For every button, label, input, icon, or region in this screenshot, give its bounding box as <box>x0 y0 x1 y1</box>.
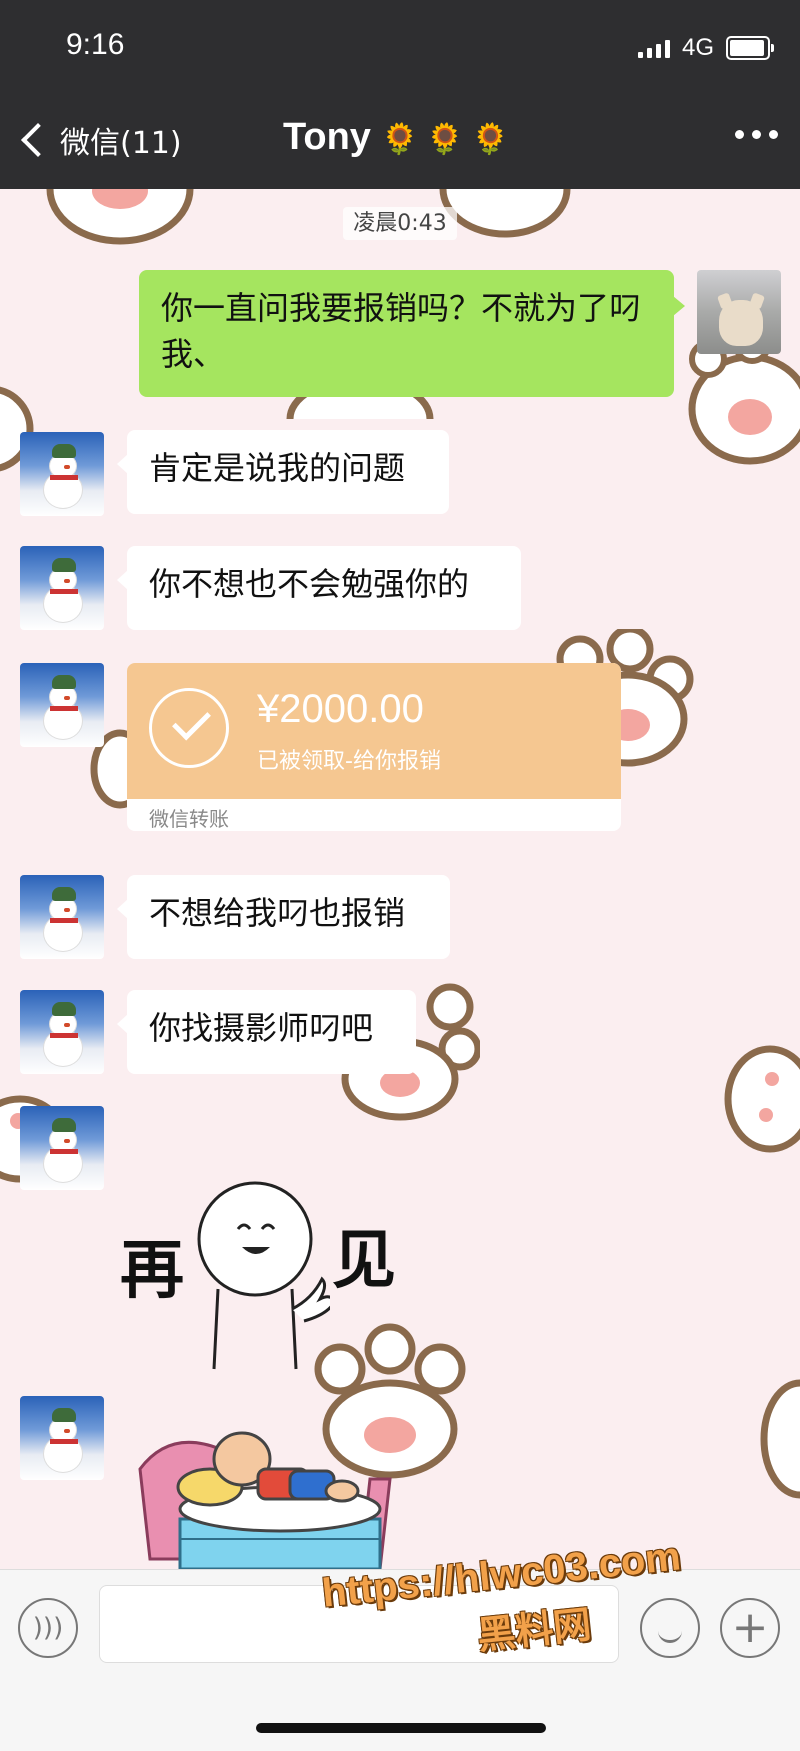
wechat-transfer-card[interactable]: ¥2000.00 已被领取-给你报销 微信转账 <box>127 663 621 831</box>
plus-icon: + <box>731 1602 769 1653</box>
voice-icon: ))) <box>32 1613 64 1643</box>
chat-area[interactable]: 凌晨0:43 你一直问我要报销吗？不就为了叼我、 肯定是说我的问题 你不想也不会… <box>0 189 800 1569</box>
network-label: 4G <box>681 34 714 61</box>
message-bubble-sent[interactable]: 你一直问我要报销吗？不就为了叼我、 <box>139 270 685 397</box>
top-bar: 9:16 4G 微信(11) Tony 🌻🌻🌻 <box>0 0 800 189</box>
sticker-text-zai: 再 <box>120 1234 184 1308</box>
message-bubble-received[interactable]: 你找摄影师叼吧 <box>117 990 416 1074</box>
contact-avatar[interactable] <box>20 875 104 959</box>
contact-name: Tony <box>282 116 371 158</box>
sunflower-emoji: 🌻🌻🌻 <box>380 123 517 156</box>
transfer-note: 已被领取-给你报销 <box>257 749 441 774</box>
sleeping-on-bed-sticker[interactable] <box>130 1399 410 1569</box>
transfer-amount: ¥2000.00 <box>257 687 424 731</box>
chat-title: Tony 🌻🌻🌻 <box>0 116 800 159</box>
home-indicator <box>256 1723 546 1733</box>
more-options-button[interactable] <box>735 130 778 139</box>
transfer-footer: 微信转账 <box>149 807 229 831</box>
paw-decoration <box>724 1045 800 1153</box>
more-actions-button[interactable]: + <box>720 1598 780 1658</box>
contact-avatar[interactable] <box>20 1396 104 1480</box>
voice-input-button[interactable]: ))) <box>18 1598 78 1658</box>
check-circle-icon <box>149 688 229 768</box>
contact-avatar[interactable] <box>20 1106 104 1190</box>
message-bubble-received[interactable]: 你不想也不会勉强你的 <box>117 546 521 630</box>
contact-avatar[interactable] <box>20 546 104 630</box>
sticker-text-jian: 见 <box>332 1224 396 1298</box>
my-avatar[interactable] <box>697 270 781 354</box>
waving-character-icon <box>197 1181 330 1370</box>
paw-decoration <box>760 1379 800 1499</box>
status-time: 9:16 <box>66 28 125 61</box>
message-timestamp: 凌晨0:43 <box>0 205 800 240</box>
transfer-header: ¥2000.00 已被领取-给你报销 <box>127 663 621 799</box>
battery-icon <box>726 36 774 60</box>
contact-avatar[interactable] <box>20 663 104 747</box>
status-icons: 4G <box>637 34 774 62</box>
message-bubble-received[interactable]: 不想给我叼也报销 <box>117 875 450 959</box>
contact-avatar[interactable] <box>20 990 104 1074</box>
goodbye-sticker[interactable]: 再 见 <box>120 1179 400 1379</box>
signal-icon <box>637 38 670 58</box>
contact-avatar[interactable] <box>20 432 104 516</box>
message-bubble-received[interactable]: 肯定是说我的问题 <box>117 430 449 514</box>
